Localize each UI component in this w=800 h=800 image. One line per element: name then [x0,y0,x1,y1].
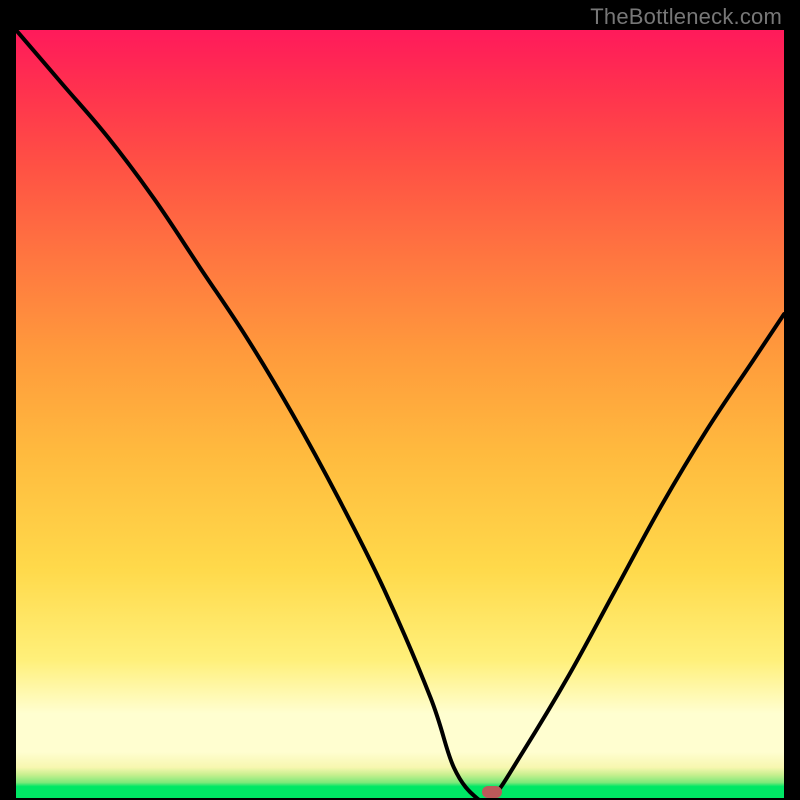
minimum-marker [482,786,502,798]
chart-frame [16,30,784,798]
bottleneck-curve [16,30,784,798]
bottleneck-curve-path [16,30,784,798]
watermark-text: TheBottleneck.com [590,4,782,30]
